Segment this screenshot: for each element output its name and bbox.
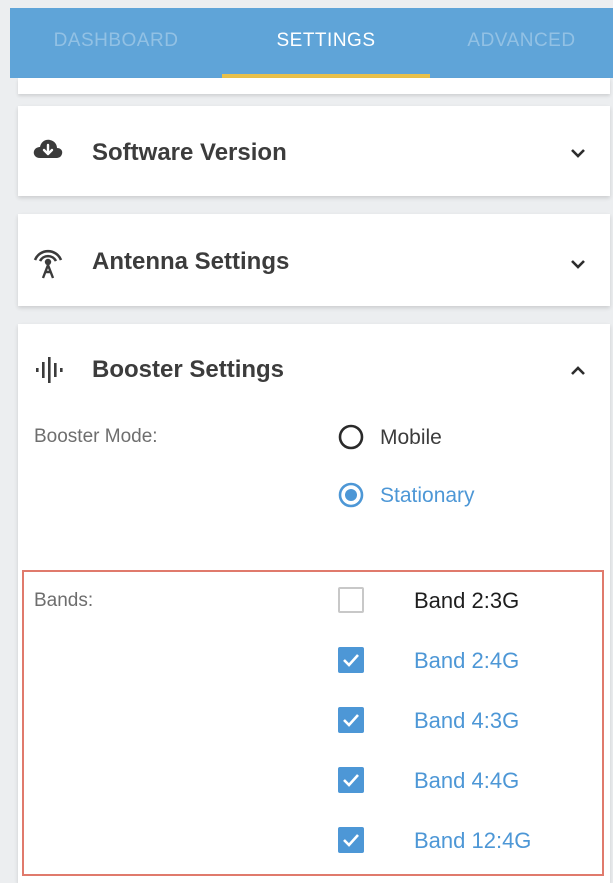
radio-mobile[interactable]: Mobile bbox=[336, 422, 442, 452]
radio-mobile-label: Mobile bbox=[380, 426, 442, 449]
radio-stationary-label: Stationary bbox=[380, 484, 475, 507]
tab-bar: DASHBOARD SETTINGS ADVANCED bbox=[10, 8, 613, 79]
signal-bars-icon bbox=[34, 356, 66, 389]
antenna-icon bbox=[32, 244, 64, 285]
tab-settings[interactable]: SETTINGS bbox=[222, 8, 430, 78]
booster-settings-title: Booster Settings bbox=[92, 356, 285, 383]
booster-mode-label: Booster Mode: bbox=[34, 426, 158, 447]
chevron-up-icon[interactable] bbox=[570, 364, 586, 382]
panel-edge bbox=[18, 78, 610, 94]
tab-dashboard[interactable]: DASHBOARD bbox=[10, 8, 222, 78]
radio-selected-icon bbox=[338, 482, 364, 508]
radio-stationary[interactable]: Stationary bbox=[336, 480, 475, 510]
software-version-panel[interactable]: Software Version bbox=[18, 106, 610, 196]
software-version-title: Software Version bbox=[92, 139, 287, 166]
antenna-settings-title: Antenna Settings bbox=[92, 248, 290, 275]
cloud-download-icon bbox=[32, 136, 64, 167]
chevron-down-icon[interactable] bbox=[570, 146, 586, 164]
bands-highlight-box bbox=[22, 570, 604, 876]
antenna-settings-panel[interactable]: Antenna Settings bbox=[18, 214, 610, 306]
tab-advanced[interactable]: ADVANCED bbox=[430, 8, 613, 78]
radio-unselected-icon bbox=[338, 424, 364, 450]
chevron-down-icon[interactable] bbox=[570, 257, 586, 275]
